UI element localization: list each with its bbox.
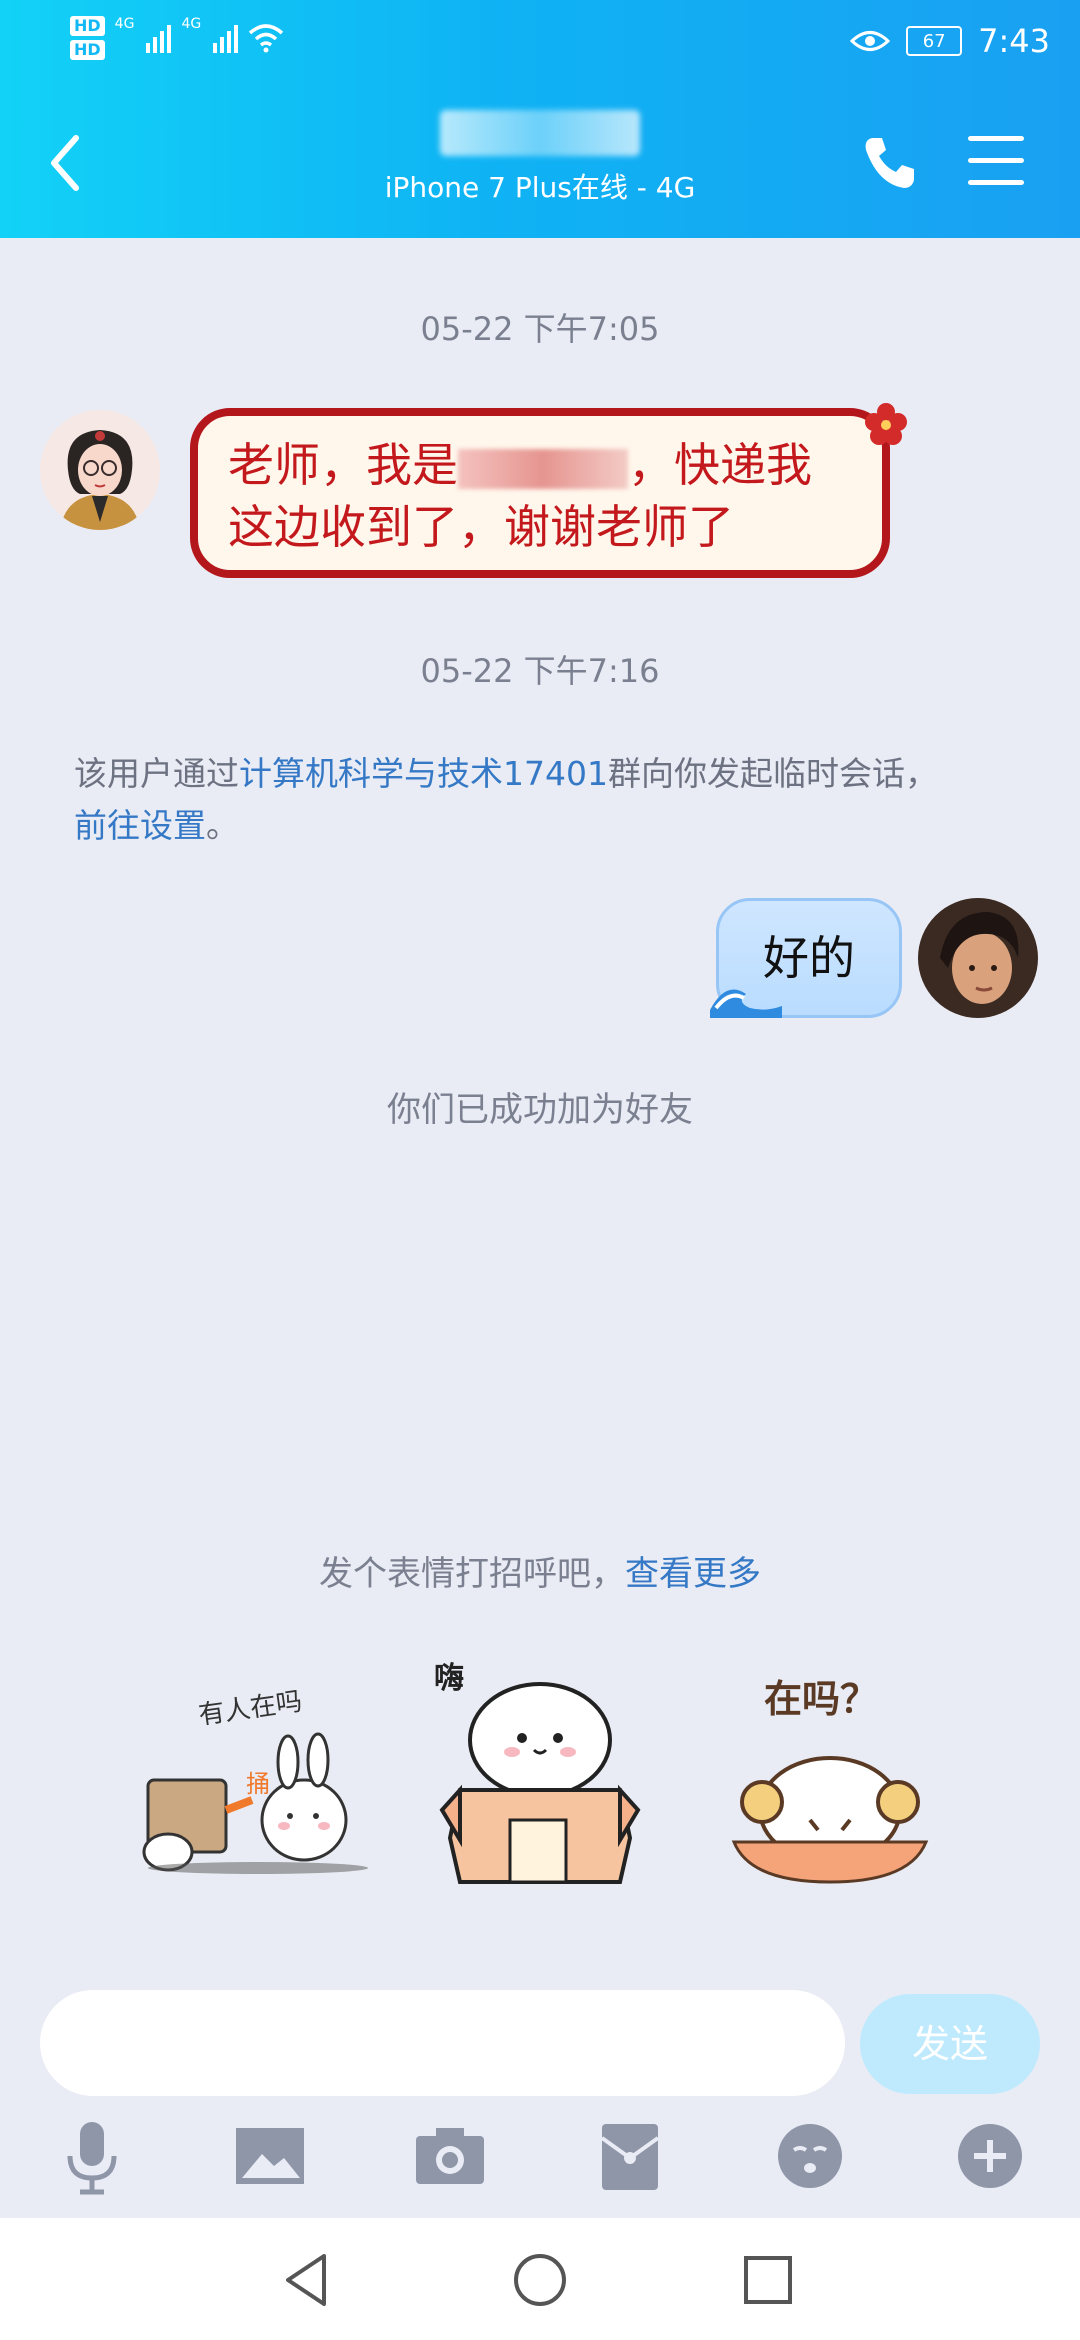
sticker-1-label: 有人在吗: [197, 1687, 304, 1731]
network-label-1: 4G: [114, 16, 135, 32]
contact-avatar[interactable]: [40, 410, 160, 530]
see-more-link[interactable]: 查看更多: [625, 1554, 761, 1594]
system-prefix: 该用户通过: [74, 754, 239, 793]
status-bar: HD HD 4G 4G 67 7:43: [0, 0, 1080, 90]
image-icon[interactable]: [230, 2116, 310, 2196]
emoji-icon[interactable]: [770, 2116, 850, 2196]
network-label-2: 4G: [181, 16, 202, 32]
status-right: 67 7:43: [850, 22, 1050, 60]
hd-badge-2: HD: [70, 40, 105, 60]
settings-link[interactable]: 前往设置: [74, 806, 206, 845]
back-icon[interactable]: [40, 128, 90, 198]
chat-toolbar: [0, 2116, 1080, 2200]
system-end: 。: [206, 806, 239, 845]
incoming-text-part2: ，快递我: [628, 438, 812, 492]
red-packet-icon[interactable]: [590, 2116, 670, 2196]
sticker-someone-there[interactable]: 有人在吗 捅: [138, 1680, 378, 1880]
contact-status: iPhone 7 Plus在线 - 4G: [384, 171, 696, 204]
incoming-message-line1: 老师，我是 ，快递我: [228, 434, 852, 496]
camera-icon[interactable]: [410, 2116, 490, 2196]
incoming-text-part1: 老师，我是: [228, 438, 458, 492]
timestamp-1: 05-22 下午7:05: [420, 310, 660, 348]
battery-level: 67: [906, 26, 963, 56]
wifi-icon: [249, 24, 284, 53]
group-link[interactable]: 计算机科学与技术17401: [239, 754, 608, 793]
chat-screen: HD HD 4G 4G 67 7:43 iPhone 7 Plus在线 - 4G…: [0, 0, 1080, 2340]
eye-comfort-icon: [850, 31, 891, 51]
chat-header: HD HD 4G 4G 67 7:43 iPhone 7 Plus在线 - 4G: [0, 0, 1080, 238]
redacted-name: [458, 448, 628, 489]
hd-indicators: HD HD: [70, 16, 105, 60]
nav-home-icon[interactable]: [508, 2248, 572, 2312]
sticker-prompt-text: 发个表情打招呼吧，: [319, 1554, 625, 1594]
sticker-hi[interactable]: 嗨: [430, 1660, 650, 1890]
plum-blossom-icon: [865, 403, 907, 445]
nav-back-icon[interactable]: [276, 2248, 340, 2312]
hd-badge-1: HD: [70, 16, 105, 36]
status-time: 7:43: [978, 22, 1050, 60]
sticker-2-label: 嗨: [434, 1661, 464, 1696]
signal-icon-1: [146, 23, 172, 53]
timestamp-2: 05-22 下午7:16: [420, 652, 660, 690]
system-message: 该用户通过计算机科学与技术17401群向你发起临时会话， 前往设置。: [74, 748, 1014, 852]
nav-recents-icon[interactable]: [736, 2248, 800, 2312]
signal-icon-2: [213, 23, 239, 53]
incoming-message-line2: 这边收到了，谢谢老师了: [228, 500, 734, 554]
plus-icon[interactable]: [950, 2116, 1030, 2196]
contact-name-redacted: [440, 110, 640, 156]
status-left: HD HD 4G 4G: [70, 16, 284, 60]
sticker-1-side-label: 捅: [246, 1770, 270, 1798]
sticker-prompt: 发个表情打招呼吧，查看更多: [0, 1546, 1080, 1595]
send-button[interactable]: 发送: [860, 1994, 1040, 2094]
sticker-3-label: 在吗？: [764, 1677, 878, 1721]
sticker-are-you-there[interactable]: 在吗？: [720, 1670, 940, 1890]
message-input[interactable]: [40, 1990, 845, 2096]
phone-call-icon[interactable]: [858, 132, 918, 192]
my-avatar[interactable]: [918, 898, 1038, 1018]
incoming-message-bubble[interactable]: 老师，我是 ，快递我 这边收到了，谢谢老师了: [190, 408, 890, 578]
contact-title: iPhone 7 Plus在线 - 4G: [290, 110, 790, 206]
system-suffix: 群向你发起临时会话，: [607, 754, 938, 793]
wave-decoration-icon: [710, 989, 782, 1018]
system-nav-bar: [0, 2218, 1080, 2340]
menu-icon[interactable]: [968, 136, 1024, 188]
microphone-icon[interactable]: [52, 2116, 132, 2196]
friend-added-notice: 你们已成功加为好友: [387, 1090, 693, 1130]
